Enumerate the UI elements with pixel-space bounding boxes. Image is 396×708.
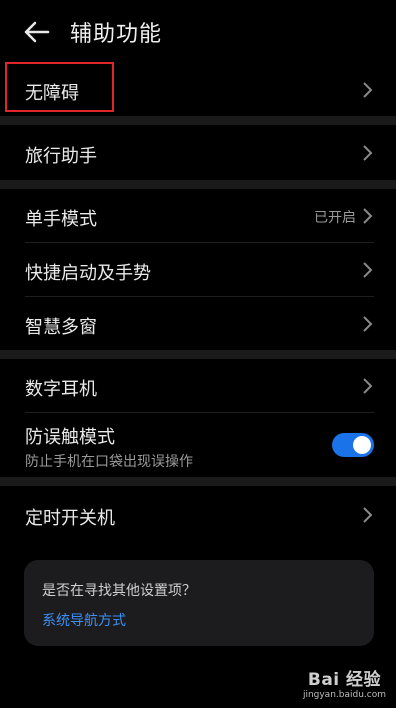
chevron-right-icon <box>363 507 373 523</box>
chevron-right-icon <box>363 208 373 224</box>
chevron-right-icon <box>363 378 373 394</box>
menu-item-sublabel: 防止手机在口袋出现误操作 <box>25 454 193 470</box>
menu-item-one-hand-mode[interactable]: 单手模式 已开启 <box>0 189 396 242</box>
menu-item-label: 智慧多窗 <box>25 317 97 338</box>
watermark-brand: Bai 经验 <box>307 670 382 690</box>
menu-item-quick-launch-gestures[interactable]: 快捷启动及手势 <box>0 243 396 296</box>
menu-item-smart-multiwindow[interactable]: 智慧多窗 <box>0 297 396 350</box>
menu-item-scheduled-power[interactable]: 定时开关机 <box>0 486 396 542</box>
menu-item-label: 防误触模式 <box>25 427 115 448</box>
page-title: 辅助功能 <box>70 22 163 47</box>
section-separator <box>0 180 396 189</box>
menu-item-label: 旅行助手 <box>25 146 97 167</box>
menu-item-label: 数字耳机 <box>25 379 97 400</box>
chevron-right-icon <box>363 82 373 98</box>
section-separator <box>0 477 396 486</box>
chevron-right-icon <box>363 145 373 161</box>
chevron-right-icon <box>363 262 373 278</box>
watermark-url: jingyan.baidu.com <box>302 690 386 700</box>
accidental-touch-toggle[interactable] <box>332 433 374 457</box>
status-value: 已开启 <box>314 210 356 226</box>
menu-item-label: 定时开关机 <box>25 508 115 529</box>
menu-item-label: 快捷启动及手势 <box>25 263 151 284</box>
menu-item-travel-assistant[interactable]: 旅行助手 <box>0 125 396 180</box>
baidu-jingyan-watermark: Bai 经验 jingyan.baidu.com <box>303 665 386 700</box>
menu-item-accidental-touch-mode[interactable]: 防误触模式 防止手机在口袋出现误操作 <box>0 413 396 477</box>
section-separator <box>0 350 396 359</box>
back-arrow-icon[interactable] <box>22 18 50 46</box>
menu-item-label: 单手模式 <box>25 209 97 230</box>
toggle-knob <box>353 436 371 454</box>
section-separator <box>0 116 396 125</box>
menu-item-digital-earphone[interactable]: 数字耳机 <box>0 359 396 412</box>
system-navigation-link[interactable]: 系统导航方式 <box>42 610 126 630</box>
suggestion-card: 是否在寻找其他设置项？ 系统导航方式 <box>24 560 374 646</box>
header-bar: 辅助功能 <box>0 0 396 64</box>
chevron-right-icon <box>363 316 373 332</box>
annotation-highlight-box <box>5 62 114 112</box>
suggestion-question: 是否在寻找其他设置项？ <box>42 583 196 599</box>
